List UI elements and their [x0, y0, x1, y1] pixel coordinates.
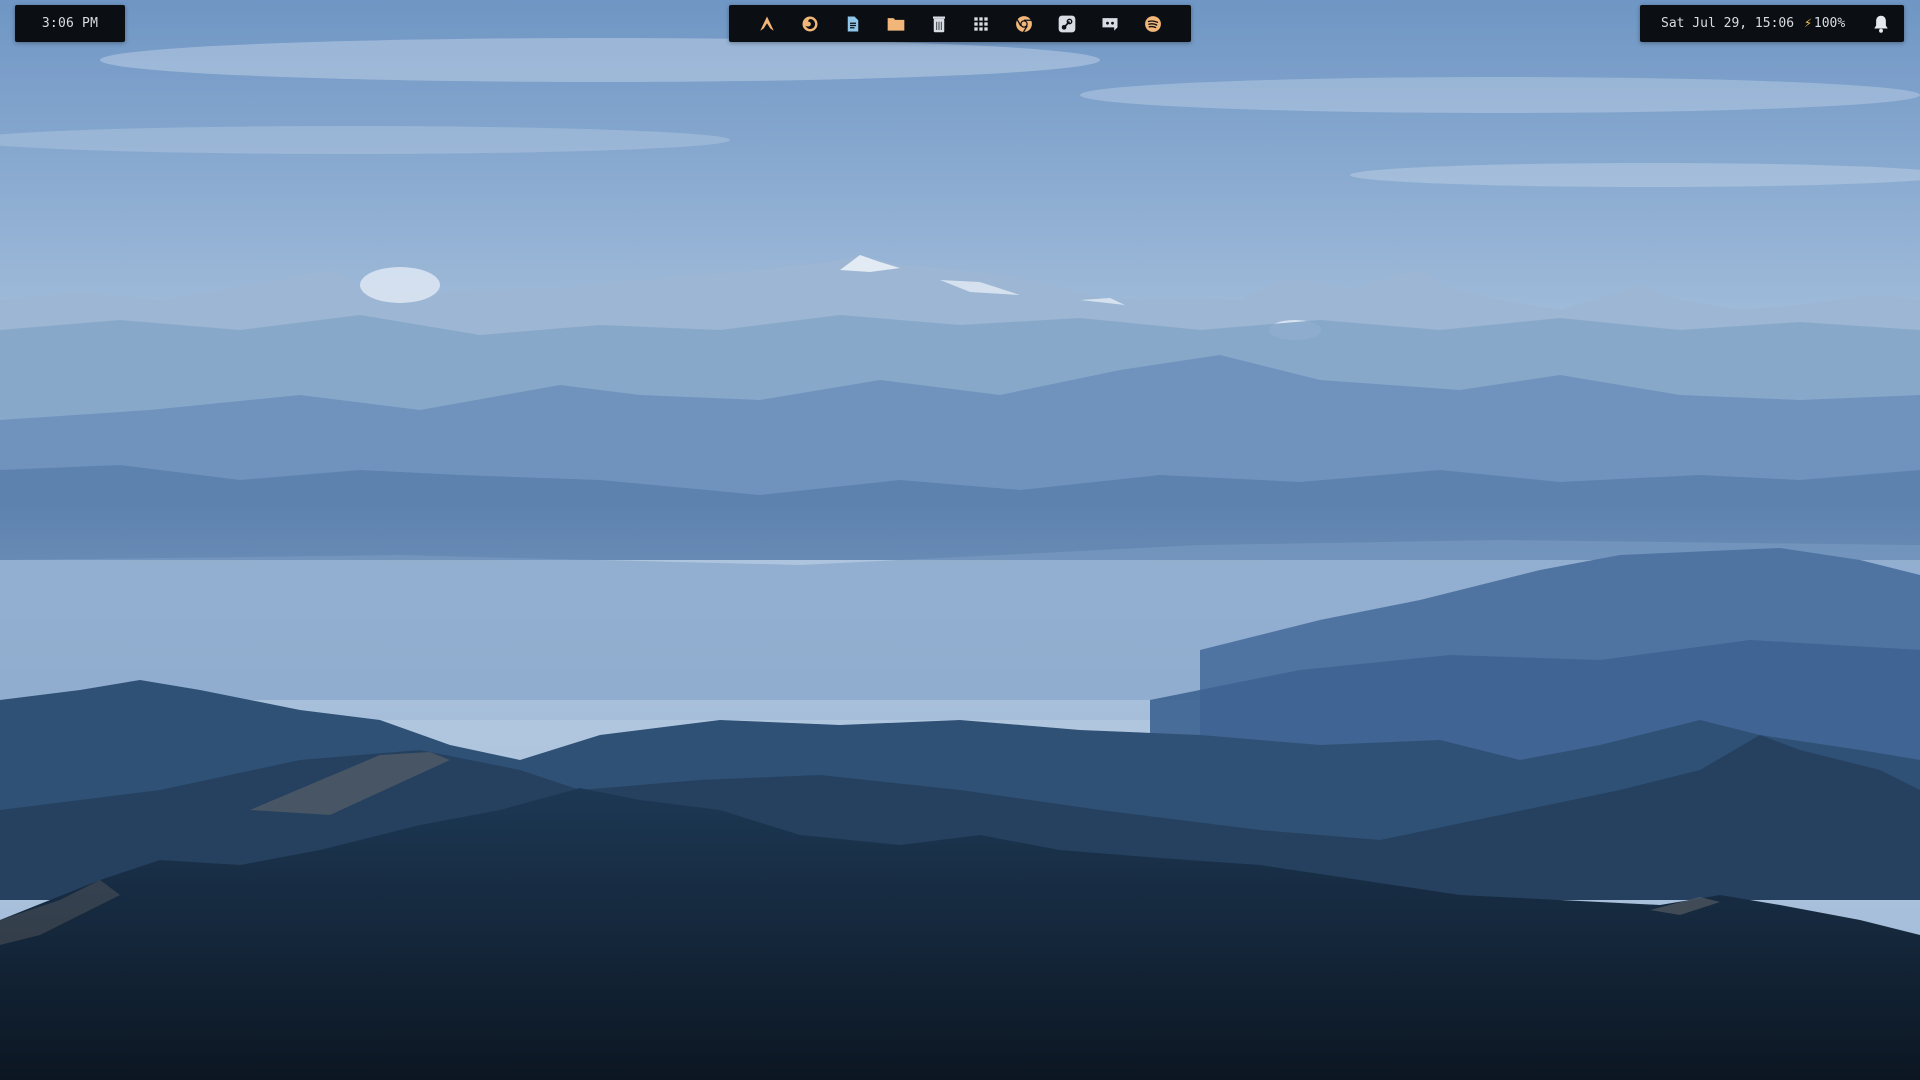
firefox-icon[interactable]	[797, 11, 823, 37]
clock-time: 3:06 PM	[41, 16, 99, 31]
trash-icon[interactable]	[926, 11, 952, 37]
mountain-wallpaper	[0, 0, 1920, 1080]
text-editor-icon[interactable]	[840, 11, 866, 37]
bell-icon[interactable]	[1872, 14, 1890, 34]
date-time: Sat Jul 29, 15:06	[1661, 16, 1795, 31]
discord-icon[interactable]	[1097, 11, 1123, 37]
app-dock	[729, 5, 1191, 42]
app-grid-icon[interactable]	[968, 11, 994, 37]
chrome-icon[interactable]	[1011, 11, 1037, 37]
status-info[interactable]: Sat Jul 29, 15:06 ⚡ 100%	[1661, 16, 1845, 31]
arch-linux-icon[interactable]	[754, 11, 780, 37]
bolt-icon: ⚡	[1804, 16, 1812, 31]
steam-icon[interactable]	[1054, 11, 1080, 37]
folder-icon[interactable]	[883, 11, 909, 37]
spotify-icon[interactable]	[1140, 11, 1166, 37]
battery-level: 100%	[1813, 16, 1846, 31]
top-right-status-bar: Sat Jul 29, 15:06 ⚡ 100%	[1640, 5, 1904, 42]
desktop: 3:06 PM Sat Jul 29, 15:06 ⚡ 100%	[0, 0, 1920, 1080]
top-left-clock-bar[interactable]: 3:06 PM	[15, 5, 125, 42]
